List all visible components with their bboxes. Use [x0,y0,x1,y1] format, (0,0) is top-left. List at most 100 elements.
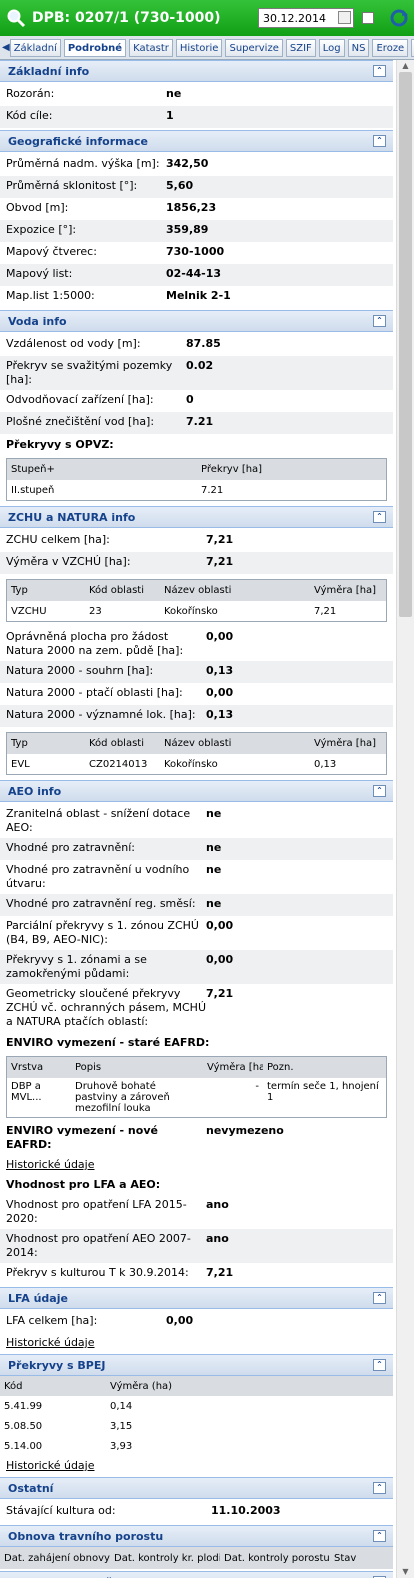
vertical-scrollbar[interactable]: ▲ ▼ [396,60,414,1578]
info-row: Odvodňovací zařízení [ha]: 0 [0,390,393,412]
column-header[interactable]: Výměra [ha] [310,738,385,749]
zakladni-info-header[interactable]: Základní info ⌃ [0,60,393,82]
table-row[interactable]: VZCHÚ 23 Kokořínsko 7,21 [7,601,386,621]
tab-katastr[interactable]: Katastr [129,38,173,57]
obnova-table-header: Dat. zahájení obnovy Dat. kontroly kr. pl… [0,1547,393,1569]
collapse-icon[interactable]: ⌃ [373,1482,386,1494]
row-value: ne [206,863,222,876]
row-value: 730-1000 [166,245,225,258]
scroll-down-icon[interactable]: ▼ [397,1566,414,1578]
column-header[interactable]: Výměra [ha] [310,585,385,596]
tab-supervize[interactable]: Supervize [225,38,283,57]
tab-szif[interactable]: SZIF [285,38,316,57]
column-header[interactable]: Dat. zahájení obnovy [0,1553,110,1564]
column-header[interactable]: Popis [71,1062,203,1073]
geo-info-header[interactable]: Geografické informace ⌃ [0,130,393,152]
row-label: Zranitelná oblast - snížení dotace AEO: [6,807,191,834]
column-header[interactable]: Výměra (ha) [106,1381,392,1392]
tab-podrobné[interactable]: Podrobné [63,38,127,57]
column-header[interactable]: Kód [0,1381,106,1392]
column-header[interactable]: Dat. kontroly kr. plodin [110,1553,220,1564]
tab-log[interactable]: Log [318,38,345,57]
info-row: Obvod [m]: 1856,23 [0,198,393,220]
zchu-info-header[interactable]: ZCHU a NATURA info ⌃ [0,506,393,528]
table-row[interactable]: 5.41.99 0,14 [0,1396,393,1416]
geo-info-title: Geografické informace [8,134,148,148]
tab-scroll-left-icon[interactable]: ◀ [2,42,10,53]
column-header[interactable]: Název oblasti [160,585,310,596]
enviro-new-row: ENVIRO vymezení - nové EAFRD: nevymezeno [0,1121,393,1155]
column-header[interactable]: Vrstva [7,1062,71,1073]
calendar-icon[interactable] [338,11,351,24]
collapse-icon[interactable]: ⌃ [373,1530,386,1542]
row-value: 1 [166,109,174,122]
row-label: Plošné znečištění vod [ha]: [6,415,155,428]
row-label: Natura 2000 - souhrn [ha]: [6,664,154,677]
historic-data-link[interactable]: Historické údaje [0,1155,393,1174]
collapse-icon[interactable]: ⌃ [373,1292,386,1304]
column-header[interactable]: Stav [330,1553,392,1564]
historic-data-link[interactable]: Historické údaje [0,1333,393,1352]
row-value: 0,00 [206,630,234,643]
collapse-icon[interactable]: ⌃ [373,785,386,797]
collapse-icon[interactable]: ⌃ [373,315,386,327]
column-header[interactable]: Stupeň+ [7,464,197,475]
info-row: Zranitelná oblast - snížení dotace AEO: n… [0,804,393,838]
collapse-icon[interactable]: ⌃ [373,135,386,147]
checkbox[interactable] [362,12,374,24]
column-header[interactable]: Pozn. [263,1062,385,1073]
collapse-icon[interactable]: ⌃ [373,65,386,77]
tab-základní[interactable]: Základní [9,38,61,57]
collapse-icon[interactable]: ⌃ [373,1359,386,1371]
column-header[interactable]: Dat. kontroly porostu [220,1553,330,1564]
info-row: Průměrná nadm. výška [m]: 342,50 [0,154,393,176]
row-value: 7.21 [186,415,214,428]
tab-ns[interactable]: NS [347,38,370,57]
row-value: 7,21 [206,987,234,1000]
row-value: 7,21 [206,555,234,568]
scrollbar-thumb[interactable] [399,72,412,617]
table-cell: termín seče 1, hnojení 1 [267,1081,379,1103]
column-header[interactable]: Překryv [ha] [197,464,377,475]
row-value: 0,00 [206,919,234,932]
row-value: Melnik 2-1 [166,289,231,302]
scroll-up-icon[interactable]: ▲ [397,60,414,72]
collapse-icon[interactable]: ⌃ [373,511,386,523]
table-cell: II.stupeň [11,484,55,496]
zakladni-info-title: Základní info [8,64,90,78]
table-row[interactable]: 5.14.00 3,93 [0,1436,393,1456]
obnova-info-header[interactable]: Obnova travního porostu ⌃ [0,1525,393,1547]
row-value: 7,21 [206,1266,234,1279]
refresh-icon[interactable] [388,8,410,28]
column-header[interactable]: Typ [7,585,85,596]
tab-eroze[interactable]: Eroze [372,38,409,57]
aeo-info-header[interactable]: AEO info ⌃ [0,780,393,802]
bpej-info-header[interactable]: Překryvy s BPEJ ⌃ [0,1354,393,1376]
column-header[interactable]: Kód oblasti [85,738,160,749]
table-row[interactable]: EVL CZ0214013 Kokořínsko 0,13 [7,754,386,774]
search-icon[interactable] [4,6,28,30]
column-header[interactable]: Typ [7,738,85,749]
table-row[interactable]: DBP a MVL... Druhově bohaté pastviny a zá… [7,1078,386,1117]
voda-info-header[interactable]: Voda info ⌃ [0,310,393,332]
row-label: Kód cíle: [6,109,53,122]
row-label: Mapový čtverec: [6,245,97,258]
orientace-info-header[interactable]: Orientace na svět. strany⌃ [0,1571,393,1578]
row-label: Odvodňovací zařízení [ha]: [6,393,154,406]
column-header[interactable]: Kód oblasti [85,585,160,596]
table-row[interactable]: II.stupeň 7.21 [7,480,386,500]
info-row: Rozorán: ne [0,84,393,106]
historic-data-link[interactable]: Historické údaje [0,1456,393,1475]
tab-historie[interactable]: Historie [175,38,223,57]
date-field[interactable]: 30.12.2014 [258,8,354,28]
column-header[interactable]: Výměra [ha] [203,1062,263,1073]
table-row[interactable]: 5.08.50 3,15 [0,1416,393,1436]
row-value: ano [206,1232,229,1245]
ostatni-info-header[interactable]: Ostatní ⌃ [0,1477,393,1499]
column-header[interactable]: Název oblasti [160,738,310,749]
table-cell: 3,93 [110,1440,133,1452]
table-cell: EVL [11,758,30,770]
table-cell: 5.08.50 [4,1420,43,1432]
row-value: ne [206,841,222,854]
lfa-info-header[interactable]: LFA údaje ⌃ [0,1287,393,1309]
